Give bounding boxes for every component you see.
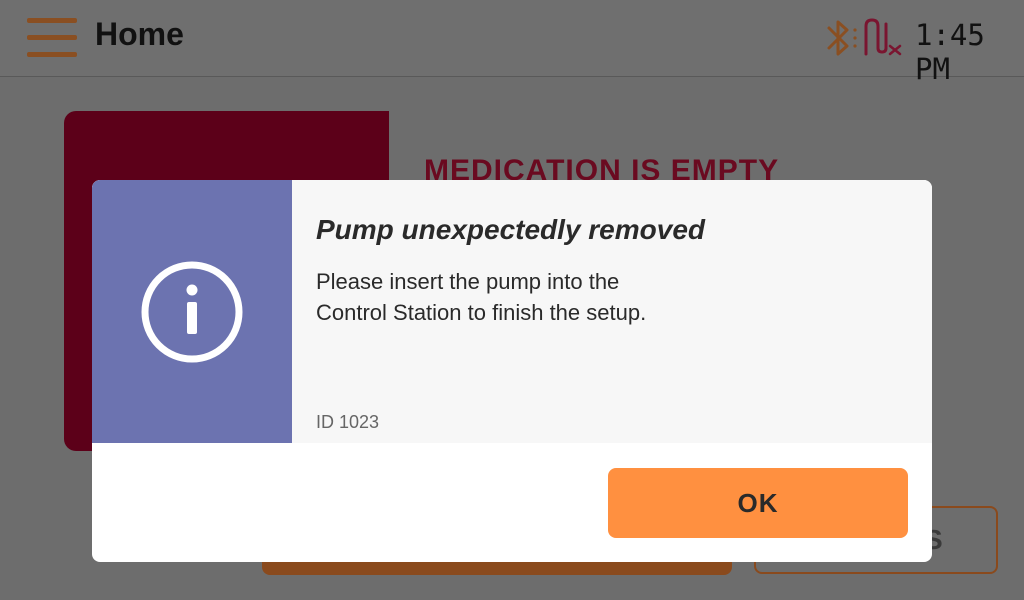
dialog-message-line: Control Station to finish the setup. — [316, 300, 647, 325]
dialog-body: Pump unexpectedly removed Please insert … — [92, 180, 932, 443]
ok-button[interactable]: OK — [608, 468, 908, 538]
hamburger-menu-icon[interactable] — [27, 18, 77, 58]
info-icon — [141, 261, 243, 363]
page-title: Home — [95, 16, 184, 52]
top-bar: Home 1:45 PM — [0, 0, 1024, 86]
dialog-message: Please insert the pump into the Control … — [316, 266, 876, 328]
dialog-message-line: Please insert the pump into the — [316, 269, 620, 294]
clock: 1:45 PM — [915, 18, 985, 86]
dialog-icon-panel — [92, 180, 292, 443]
bluetooth-icon — [827, 20, 857, 56]
status-icons — [827, 18, 902, 56]
alert-dialog: Pump unexpectedly removed Please insert … — [92, 180, 932, 562]
dialog-id: ID 1023 — [316, 412, 380, 432]
pump-disconnected-icon — [864, 18, 902, 56]
dialog-title: Pump unexpectedly removed — [316, 214, 706, 245]
